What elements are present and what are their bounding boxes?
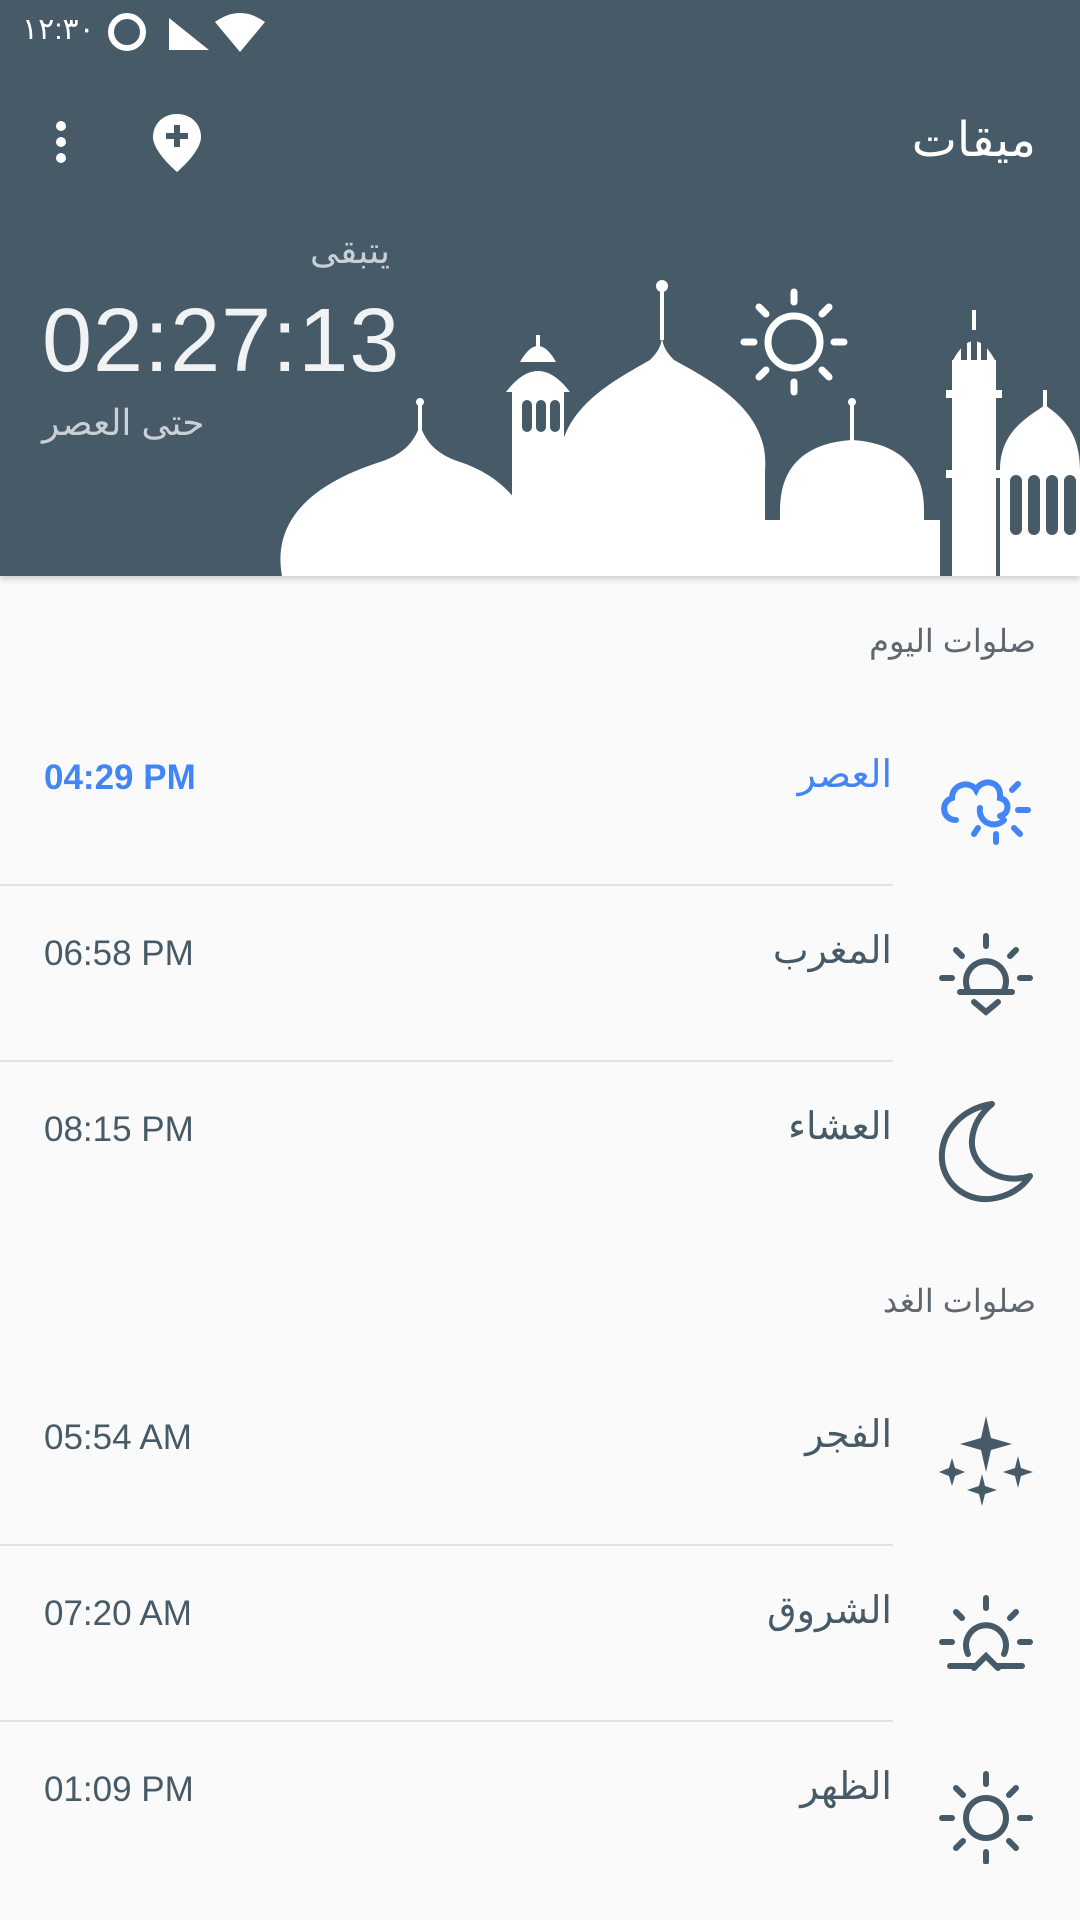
prayer-row-fajr[interactable]: 05:54 AM الفجر	[0, 1368, 1080, 1544]
prayer-row-dhuhr[interactable]: 01:09 PM الظهر	[0, 1720, 1080, 1896]
app-title: ميقات	[911, 114, 1036, 167]
sunrise-icon	[939, 1595, 1033, 1671]
tomorrow-section-title: صلوات الغد	[882, 1283, 1036, 1319]
prayer-time: 07:20 AM	[44, 1594, 192, 1633]
more-options-icon[interactable]	[40, 112, 82, 172]
add-location-icon[interactable]	[150, 112, 204, 174]
prayer-row-asr[interactable]: 04:29 PM العصر	[0, 708, 1080, 884]
header: ١٢:٣٠ ميقات يتبقى 02:27:13 حتى العصر	[0, 0, 1080, 576]
status-time: ١٢:٣٠	[22, 13, 95, 46]
remaining-label: يتبقى	[310, 230, 390, 271]
cloud-sun-icon	[941, 779, 1031, 845]
today-section-title: صلوات اليوم	[869, 623, 1036, 659]
prayer-name: المغرب	[772, 930, 892, 972]
sun-icon	[939, 1771, 1033, 1864]
prayer-time: 01:09 PM	[44, 1770, 194, 1809]
prayer-name: العشاء	[788, 1106, 892, 1148]
prayer-time: 06:58 PM	[44, 934, 194, 973]
prayer-time: 04:29 PM	[44, 758, 196, 797]
prayer-name: الظهر	[800, 1766, 892, 1808]
countdown-timer: 02:27:13	[42, 291, 401, 391]
next-prayer-label: حتى العصر	[42, 402, 205, 443]
prayer-row-maghrib[interactable]: 06:58 PM المغرب	[0, 884, 1080, 1060]
mosque-skyline-illustration	[280, 238, 1080, 576]
signal-icon	[169, 18, 209, 50]
status-icons	[108, 13, 265, 52]
prayer-row-shuruq[interactable]: 07:20 AM الشروق	[0, 1544, 1080, 1720]
prayer-name: الفجر	[805, 1414, 892, 1456]
prayer-name: العصر	[797, 754, 892, 796]
prayer-row-isha[interactable]: 08:15 PM العشاء	[0, 1060, 1080, 1236]
stars-icon	[939, 1416, 1033, 1506]
prayer-name: الشروق	[767, 1590, 892, 1632]
crescent-moon-icon	[938, 1101, 1033, 1203]
sunset-icon	[939, 933, 1033, 1016]
prayer-time: 08:15 PM	[44, 1110, 194, 1149]
notification-ring-icon	[108, 13, 146, 51]
prayer-time: 05:54 AM	[44, 1418, 192, 1457]
wifi-icon	[215, 13, 265, 52]
